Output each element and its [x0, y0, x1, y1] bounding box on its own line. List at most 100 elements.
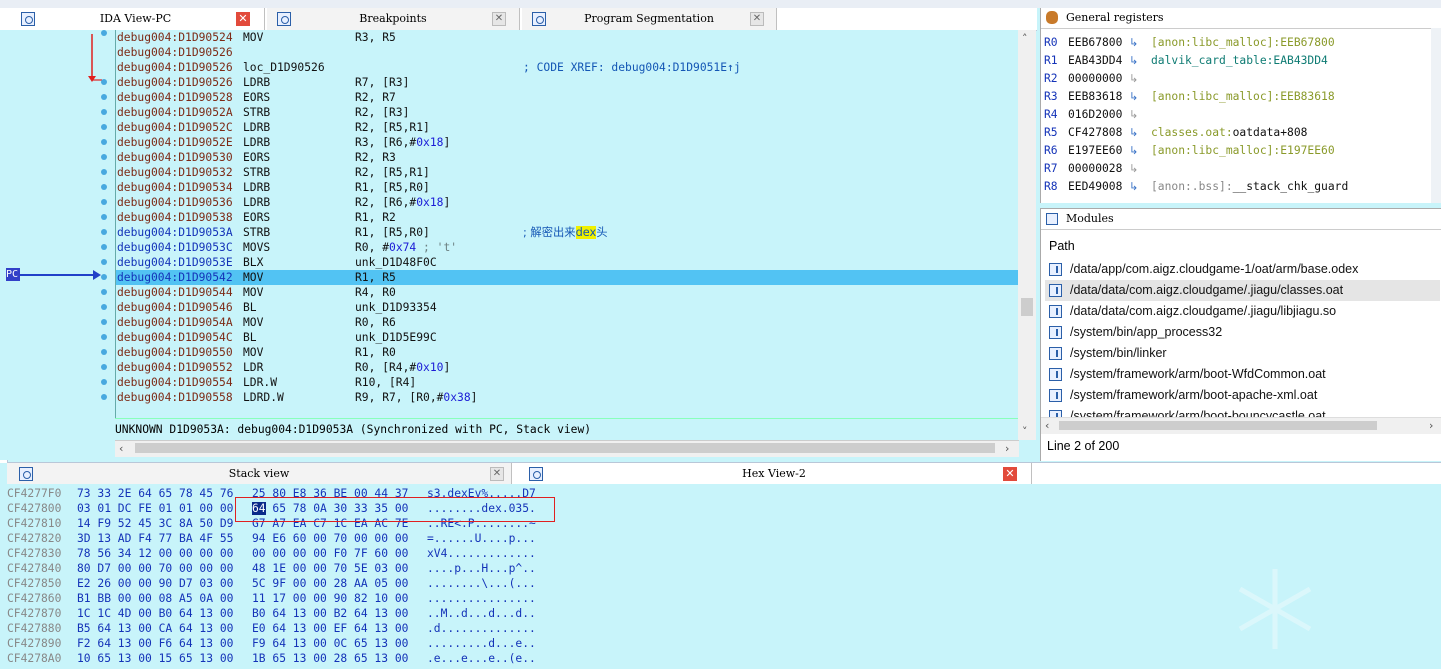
code-line[interactable]: debug004:D1D9053C MOVS R0, #0x74 ; 't'	[116, 240, 1019, 255]
hex-bytes[interactable]: 10 65 13 00 15 65 13 00	[77, 651, 233, 666]
code-line[interactable]: debug004:D1D9052E LDRB R3, [R6,#0x18]	[116, 135, 1019, 150]
scroll-up-icon[interactable]: ˄	[1022, 32, 1028, 45]
breakpoint-dot[interactable]	[101, 124, 107, 130]
hex-row[interactable]: CF427880 B5 64 13 00 CA 64 13 00 E0 64 13 …	[7, 621, 567, 636]
tab-program-segmentation[interactable]: Program Segmentation ✕	[522, 8, 777, 30]
scroll-right-icon[interactable]: ›	[1429, 419, 1433, 432]
register-description[interactable]: [anon:libc_malloc]:EEB83618	[1151, 88, 1335, 106]
code-line[interactable]: debug004:D1D9054C BL unk_D1D5E99C	[116, 330, 1019, 345]
register-value[interactable]: 00000000	[1068, 70, 1122, 88]
hex-bytes[interactable]: 1B 65 13 00 28 65 13 00	[252, 651, 408, 666]
code-line[interactable]: debug004:D1D90526 loc_D1D90526 ; CODE XREF…	[116, 60, 1019, 75]
code-line[interactable]: debug004:D1D90530 EORS R2, R3	[116, 150, 1019, 165]
breakpoint-dot[interactable]	[101, 244, 107, 250]
code-line[interactable]: debug004:D1D9054A MOV R0, R6	[116, 315, 1019, 330]
hex-bytes[interactable]: 3D 13 AD F4 77 BA 4F 55	[77, 531, 233, 546]
code-line[interactable]: debug004:D1D90524 MOV R3, R5	[116, 30, 1019, 45]
jump-arrow-icon[interactable]: ↳	[1129, 124, 1138, 142]
hex-bytes[interactable]: 80 D7 00 00 70 00 00 00	[77, 561, 233, 576]
module-row[interactable]: /data/data/com.aigz.cloudgame/.jiagu/cla…	[1045, 280, 1440, 301]
code-line[interactable]: debug004:D1D90546 BL unk_D1D93354	[116, 300, 1019, 315]
module-row[interactable]: /data/app/com.aigz.cloudgame-1/oat/arm/b…	[1045, 259, 1440, 280]
hex-row[interactable]: CF427850 E2 26 00 00 90 D7 03 00 5C 9F 00 …	[7, 576, 567, 591]
hex-bytes[interactable]: 03 01 DC FE 01 01 00 00	[77, 501, 233, 516]
hex-row[interactable]: CF427890 F2 64 13 00 F6 64 13 00 F9 64 13 …	[7, 636, 567, 651]
breakpoint-dot[interactable]	[101, 169, 107, 175]
code-line[interactable]: debug004:D1D90554 LDR.W R10, [R4]	[116, 375, 1019, 390]
jump-arrow-icon[interactable]: ↳	[1129, 88, 1138, 106]
code-line[interactable]: debug004:D1D9052A STRB R2, [R3]	[116, 105, 1019, 120]
tab-ida-view[interactable]: IDA View-PC ✕	[7, 8, 265, 30]
scroll-right-icon[interactable]: ›	[1005, 442, 1009, 455]
code-line[interactable]: debug004:D1D90542 MOV R1, R5	[116, 270, 1019, 285]
breakpoint-dot[interactable]	[101, 139, 107, 145]
hex-bytes[interactable]: 5C 9F 00 00 28 AA 05 00	[252, 576, 408, 591]
jump-arrow-icon[interactable]: ↳	[1129, 106, 1138, 124]
tab-breakpoints[interactable]: Breakpoints ✕	[267, 8, 520, 30]
hex-bytes[interactable]: B1 BB 00 00 08 A5 0A 00	[77, 591, 233, 606]
module-row[interactable]: /system/framework/arm/boot-WfdCommon.oat	[1045, 364, 1440, 385]
breakpoint-dot[interactable]	[101, 184, 107, 190]
breakpoint-dot[interactable]	[101, 334, 107, 340]
code-line[interactable]: debug004:D1D90552 LDR R0, [R4,#0x10]	[116, 360, 1019, 375]
modules-hscroll[interactable]: ‹ ›	[1041, 417, 1441, 434]
hex-bytes[interactable]: 00 00 00 00 F0 7F 60 00	[252, 546, 408, 561]
hex-bytes[interactable]: 78 56 34 12 00 00 00 00	[77, 546, 233, 561]
breakpoint-dot[interactable]	[101, 229, 107, 235]
modules-column-header[interactable]: Path	[1049, 239, 1075, 253]
register-description[interactable]: dalvik_card_table:EAB43DD4	[1151, 52, 1328, 70]
code-line[interactable]: debug004:D1D90538 EORS R1, R2	[116, 210, 1019, 225]
register-value[interactable]: EEB67800	[1068, 34, 1122, 52]
code-line[interactable]: debug004:D1D90536 LDRB R2, [R6,#0x18]	[116, 195, 1019, 210]
scroll-thumb[interactable]	[135, 443, 995, 453]
register-description[interactable]: [anon:.bss]:__stack_chk_guard	[1151, 178, 1348, 196]
breakpoint-dot[interactable]	[101, 214, 107, 220]
register-value[interactable]: EEB83618	[1068, 88, 1122, 106]
ida-disassembly[interactable]: debug004:D1D90524 MOV R3, R5 debug004:D1D90…	[115, 30, 1019, 418]
hex-bytes[interactable]: F2 64 13 00 F6 64 13 00	[77, 636, 233, 651]
code-line[interactable]: debug004:D1D90526	[116, 45, 1019, 60]
jump-arrow-icon[interactable]: ↳	[1129, 178, 1138, 196]
scroll-left-icon[interactable]: ‹	[1045, 419, 1049, 432]
hex-row[interactable]: CF427820 3D 13 AD F4 77 BA 4F 55 94 E6 60 …	[7, 531, 567, 546]
code-line[interactable]: debug004:D1D90534 LDRB R1, [R5,R0]	[116, 180, 1019, 195]
code-line[interactable]: debug004:D1D90550 MOV R1, R0	[116, 345, 1019, 360]
register-description[interactable]: classes.oat:oatdata+808	[1151, 124, 1307, 142]
hex-row[interactable]: CF427840 80 D7 00 00 70 00 00 00 48 1E 00 …	[7, 561, 567, 576]
hex-row[interactable]: CF427830 78 56 34 12 00 00 00 00 00 00 00 …	[7, 546, 567, 561]
jump-arrow-icon[interactable]: ↳	[1129, 34, 1138, 52]
register-value[interactable]: E197EE60	[1068, 142, 1122, 160]
tab-hex-view[interactable]: Hex View-2 ✕	[517, 463, 1032, 485]
hex-bytes[interactable]: 73 33 2E 64 65 78 45 76	[77, 486, 233, 501]
breakpoint-dot[interactable]	[101, 154, 107, 160]
breakpoint-dot[interactable]	[101, 304, 107, 310]
module-row[interactable]: /system/bin/linker	[1045, 343, 1440, 364]
breakpoint-dot[interactable]	[101, 259, 107, 265]
register-value[interactable]: EED49008	[1068, 178, 1122, 196]
breakpoint-dot[interactable]	[101, 364, 107, 370]
register-value[interactable]: CF427808	[1068, 124, 1122, 142]
breakpoint-dot[interactable]	[101, 30, 107, 36]
tab-stack-view[interactable]: Stack view ✕	[7, 463, 512, 485]
hex-bytes[interactable]: F9 64 13 00 0C 65 13 00	[252, 636, 408, 651]
close-icon[interactable]: ✕	[492, 12, 506, 26]
code-line[interactable]: debug004:D1D90526 LDRB R7, [R3]	[116, 75, 1019, 90]
code-line[interactable]: debug004:D1D90532 STRB R2, [R5,R1]	[116, 165, 1019, 180]
hex-bytes[interactable]: 1C 1C 4D 00 B0 64 13 00	[77, 606, 233, 621]
module-row[interactable]: /system/framework/arm/boot-apache-xml.oa…	[1045, 385, 1440, 406]
jump-arrow-icon[interactable]: ↳	[1129, 52, 1138, 70]
register-description[interactable]: [anon:libc_malloc]:EEB67800	[1151, 34, 1335, 52]
code-line[interactable]: debug004:D1D90528 EORS R2, R7	[116, 90, 1019, 105]
hex-bytes[interactable]: E2 26 00 00 90 D7 03 00	[77, 576, 233, 591]
hex-bytes[interactable]: B5 64 13 00 CA 64 13 00	[77, 621, 233, 636]
module-row[interactable]: /system/bin/app_process32	[1045, 322, 1440, 343]
ida-vertical-scrollbar[interactable]: ˄ ˅	[1018, 30, 1036, 440]
breakpoint-dot[interactable]	[101, 349, 107, 355]
breakpoint-dot[interactable]	[101, 379, 107, 385]
breakpoint-dot[interactable]	[101, 94, 107, 100]
breakpoint-dot[interactable]	[101, 79, 107, 85]
close-icon[interactable]: ✕	[750, 12, 764, 26]
code-line[interactable]: debug004:D1D90544 MOV R4, R0	[116, 285, 1019, 300]
register-description[interactable]: [anon:libc_malloc]:E197EE60	[1151, 142, 1335, 160]
jump-arrow-icon[interactable]: ↳	[1129, 70, 1138, 88]
